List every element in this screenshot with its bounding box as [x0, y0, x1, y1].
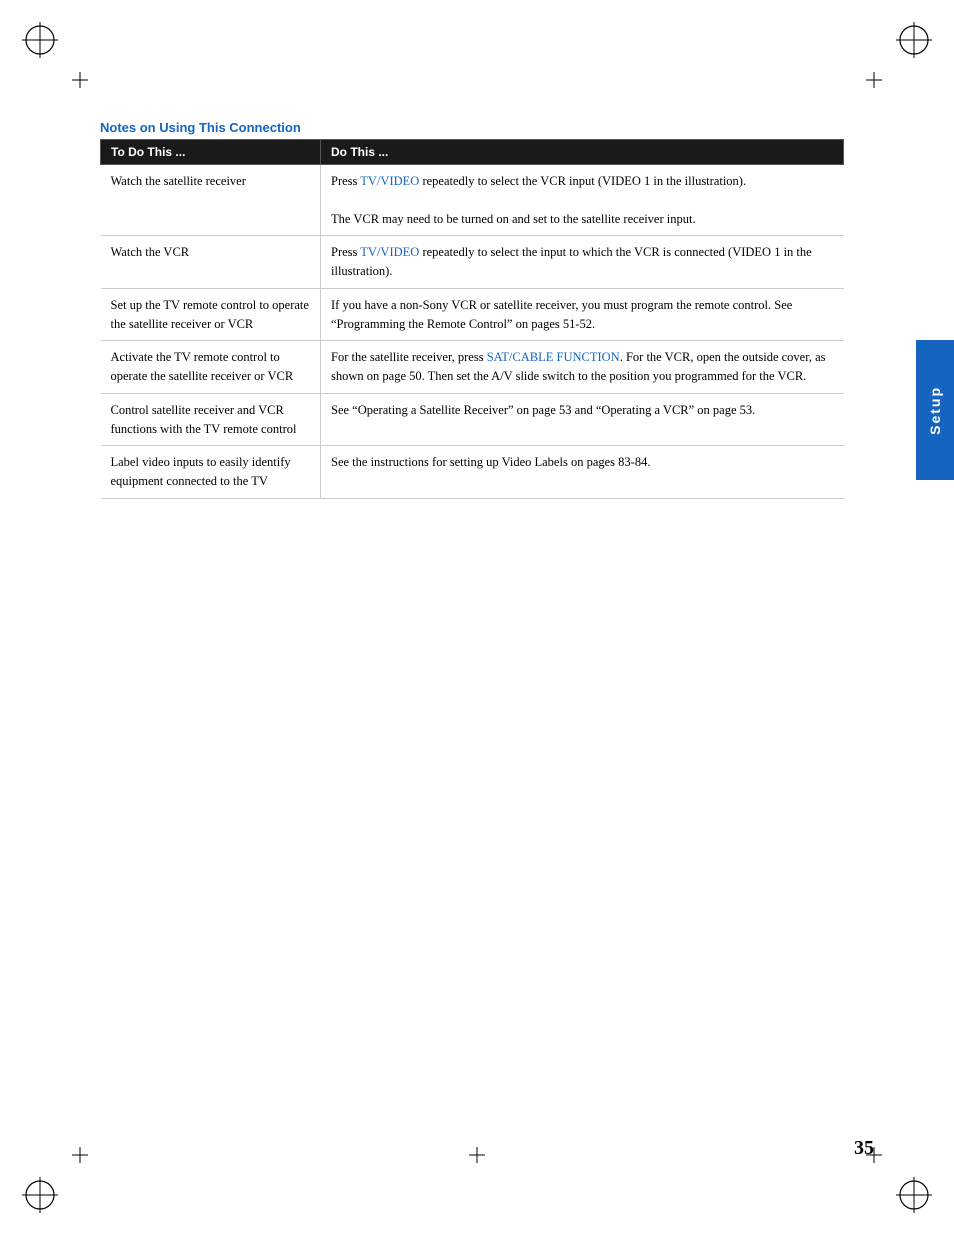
inner-mark-top-right [866, 72, 882, 88]
reg-mark-bottom-left [20, 1175, 60, 1215]
table-row: Watch the VCR Press TV/VIDEO repeatedly … [101, 236, 844, 289]
table-row: Set up the TV remote control to operate … [101, 288, 844, 341]
table-cell-action: Label video inputs to easily identify eq… [101, 446, 321, 499]
table-row: Watch the satellite receiver Press TV/VI… [101, 165, 844, 236]
inner-mark-bottom-center [469, 1147, 485, 1163]
inner-mark-top-left [72, 72, 88, 88]
link-tv-video-2: TV/VIDEO [360, 245, 419, 259]
col-header-instructions: Do This ... [321, 140, 844, 165]
table-cell-action: Watch the satellite receiver [101, 165, 321, 236]
table-cell-instructions: If you have a non-Sony VCR or satellite … [321, 288, 844, 341]
reg-mark-bottom-right [894, 1175, 934, 1215]
reg-mark-top-left [20, 20, 60, 60]
inner-mark-bottom-left [72, 1147, 88, 1163]
table-header-row: To Do This ... Do This ... [101, 140, 844, 165]
table-cell-action: Set up the TV remote control to operate … [101, 288, 321, 341]
table-cell-instructions: Press TV/VIDEO repeatedly to select the … [321, 165, 844, 236]
table-cell-instructions: Press TV/VIDEO repeatedly to select the … [321, 236, 844, 289]
col-header-action: To Do This ... [101, 140, 321, 165]
side-tab-label: Setup [927, 386, 943, 435]
reg-mark-top-right [894, 20, 934, 60]
link-tv-video: TV/VIDEO [360, 174, 419, 188]
link-sat-cable: SAT/CABLE FUNCTION [487, 350, 620, 364]
table-cell-action: Watch the VCR [101, 236, 321, 289]
table-row: Label video inputs to easily identify eq… [101, 446, 844, 499]
table-cell-action: Control satellite receiver and VCR funct… [101, 393, 321, 446]
table-row: Control satellite receiver and VCR funct… [101, 393, 844, 446]
table-cell-instructions: See “Operating a Satellite Receiver” on … [321, 393, 844, 446]
page-number: 35 [854, 1137, 874, 1160]
table-cell-action: Activate the TV remote control to operat… [101, 341, 321, 394]
table-cell-instructions: See the instructions for setting up Vide… [321, 446, 844, 499]
table-row: Activate the TV remote control to operat… [101, 341, 844, 394]
content-area: Notes on Using This Connection To Do Thi… [100, 120, 844, 499]
info-table: To Do This ... Do This ... Watch the sat… [100, 139, 844, 499]
table-cell-instructions: For the satellite receiver, press SAT/CA… [321, 341, 844, 394]
side-tab: Setup [916, 340, 954, 480]
section-title: Notes on Using This Connection [100, 120, 844, 135]
